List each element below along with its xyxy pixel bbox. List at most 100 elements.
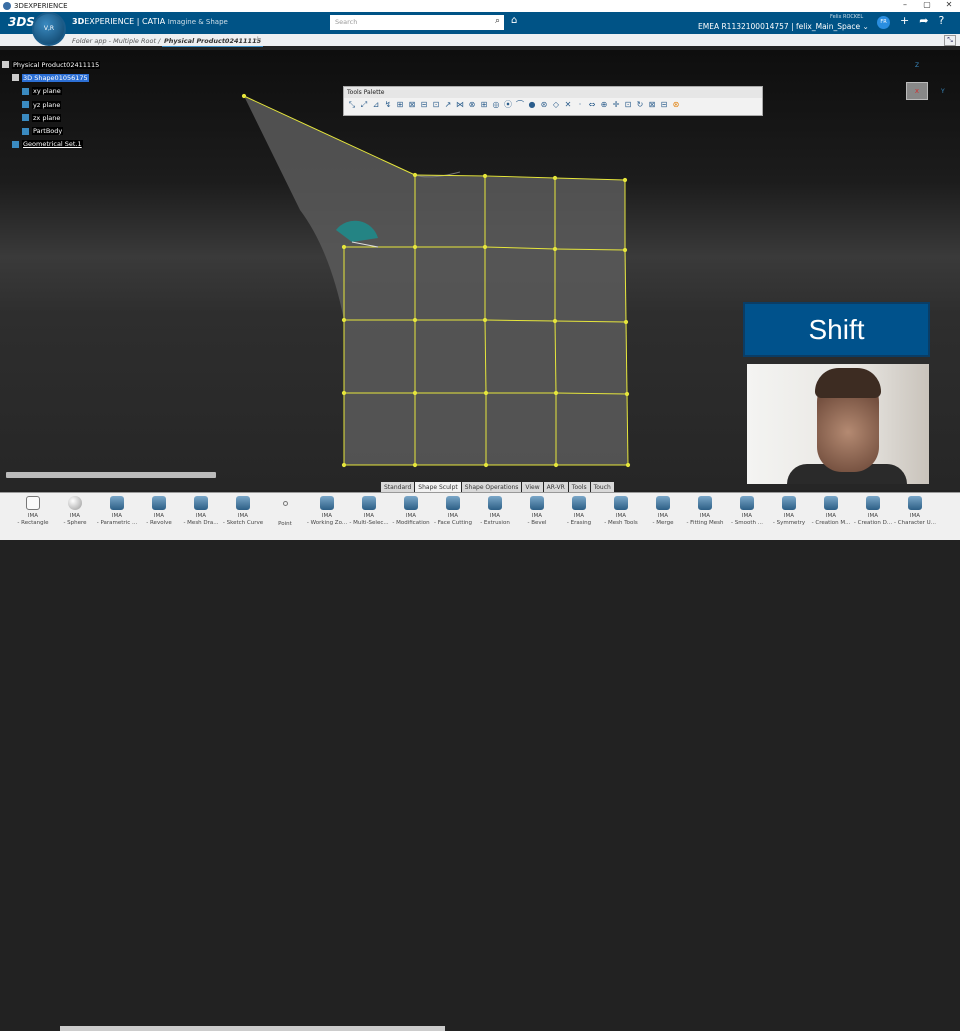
palette-tool-icon[interactable]: ⊕ — [599, 100, 609, 110]
compass[interactable]: V,R — [32, 12, 66, 46]
surface[interactable] — [244, 96, 628, 465]
search-input[interactable]: Search ⌕ — [330, 15, 504, 30]
tree-item[interactable]: zx plane — [2, 111, 100, 124]
mesh-vertex[interactable] — [552, 246, 558, 252]
ribbon-command[interactable]: IMA - Creation D... — [852, 496, 894, 528]
avatar[interactable]: FR — [877, 16, 890, 29]
ds-logo-icon[interactable]: 3DS — [8, 15, 35, 29]
help-icon[interactable]: ? — [938, 14, 944, 27]
share-icon[interactable]: ➦ — [919, 14, 928, 27]
mesh-vertex[interactable] — [341, 244, 347, 250]
palette-tool-icon[interactable]: ⋈ — [455, 100, 465, 110]
palette-tool-icon[interactable]: ⊠ — [407, 100, 417, 110]
ribbon-command[interactable]: IMA - Merge — [642, 496, 684, 528]
mesh-vertex[interactable] — [482, 173, 488, 179]
palette-tool-icon[interactable]: ⊟ — [659, 100, 669, 110]
palette-tool-icon[interactable]: ↯ — [383, 100, 393, 110]
palette-tool-icon[interactable]: ◇ — [551, 100, 561, 110]
ribbon-command[interactable]: IMA - Symmetry — [768, 496, 810, 528]
palette-tool-icon[interactable]: · — [575, 100, 585, 110]
ribbon-command[interactable]: IMA - Creation M... — [810, 496, 852, 528]
palette-tool-icon[interactable]: ● — [527, 100, 537, 110]
maximize-button[interactable]: ▢ — [916, 0, 938, 9]
ribbon-command[interactable]: IMA - Rectangle — [12, 496, 54, 528]
ribbon-command[interactable]: IMA - Mesh Dra... — [180, 496, 222, 528]
palette-tool-icon[interactable]: ⊛ — [539, 100, 549, 110]
palette-tool-icon[interactable]: ⤢ — [359, 100, 369, 110]
palette-tool-icon[interactable]: ⊿ — [371, 100, 381, 110]
ribbon-command[interactable]: IMA - Fitting Mesh — [684, 496, 726, 528]
palette-tool-icon[interactable]: ↗ — [443, 100, 453, 110]
ribbon-command[interactable]: IMA - Erasing — [558, 496, 600, 528]
tree-item[interactable]: yz plane — [2, 98, 100, 111]
tag-icon[interactable]: ⌂ — [511, 15, 517, 26]
mesh-vertex[interactable] — [412, 317, 418, 323]
ribbon-command[interactable]: IMA - Extrusion — [474, 496, 516, 528]
ribbon-command[interactable]: IMA - Revolve — [138, 496, 180, 528]
mesh-vertex[interactable] — [622, 177, 628, 183]
mesh-vertex[interactable] — [553, 390, 559, 396]
mesh-vertex[interactable] — [412, 172, 418, 178]
ribbon-command[interactable]: IMA - Smooth ... — [726, 496, 768, 528]
palette-tool-icon[interactable]: ⊡ — [431, 100, 441, 110]
tab-physical-product[interactable]: Physical Product02411115 — [162, 36, 264, 47]
ribbon-command[interactable]: IMA - Parametric ... — [96, 496, 138, 528]
mesh-vertex[interactable] — [482, 244, 488, 250]
fullscreen-icon[interactable]: ⤡ — [944, 35, 956, 46]
ribbon-command[interactable]: IMA - Sketch Curve — [222, 496, 264, 528]
mesh-vertex[interactable] — [552, 318, 558, 324]
tree-scrollbar[interactable] — [6, 472, 216, 478]
ribbon-command[interactable]: Point — [264, 496, 306, 528]
breadcrumb[interactable]: Folder app - Multiple Root / — [72, 37, 160, 45]
tree-item[interactable]: 3D Shape01056175 — [2, 71, 100, 84]
mesh-vertex[interactable] — [625, 462, 631, 468]
search-icon[interactable]: ⌕ — [495, 16, 500, 26]
palette-tool-icon[interactable]: ✛ — [611, 100, 621, 110]
mesh-vertex[interactable] — [482, 317, 488, 323]
ribbon-command[interactable]: IMA - Face Cutting — [432, 496, 474, 528]
ribbon-command[interactable]: IMA - Bevel — [516, 496, 558, 528]
mesh-vertex[interactable] — [483, 462, 489, 468]
mesh-vertex[interactable] — [552, 175, 558, 181]
palette-tool-icon[interactable]: ⤡ — [347, 100, 357, 110]
palette-tool-icon[interactable]: ⦿ — [503, 100, 513, 110]
ribbon-scrollbar[interactable] — [60, 1026, 445, 1031]
ribbon-command[interactable]: IMA - Character U... — [894, 496, 936, 528]
palette-tool-icon[interactable]: ⊠ — [647, 100, 657, 110]
ribbon-command[interactable]: IMA - Working Zo... — [306, 496, 348, 528]
ribbon-command[interactable]: IMA - Sphere — [54, 496, 96, 528]
palette-tool-icon[interactable]: ⊗ — [467, 100, 477, 110]
palette-tool-icon[interactable]: ↻ — [635, 100, 645, 110]
palette-tool-icon[interactable]: ⊟ — [419, 100, 429, 110]
mesh-vertex[interactable] — [624, 391, 630, 397]
ribbon-command[interactable]: IMA - Mesh Tools — [600, 496, 642, 528]
palette-tool-icon[interactable]: ⇔ — [587, 100, 597, 110]
mesh-vertex[interactable] — [623, 319, 629, 325]
mesh-vertex[interactable] — [483, 390, 489, 396]
tree-item[interactable]: xy plane — [2, 85, 100, 98]
palette-tool-icon[interactable]: ⊞ — [479, 100, 489, 110]
tree-item[interactable]: Physical Product02411115 — [2, 58, 101, 71]
add-icon[interactable]: + — [900, 14, 909, 27]
mesh-vertex[interactable] — [412, 244, 418, 250]
mesh-vertex[interactable] — [412, 462, 418, 468]
mesh-vertex[interactable] — [553, 462, 559, 468]
palette-tool-icon[interactable]: ◎ — [491, 100, 501, 110]
palette-tool-icon[interactable]: ⌒ — [515, 100, 525, 110]
close-button[interactable]: ✕ — [938, 0, 960, 9]
palette-tool-icon[interactable]: ⊡ — [623, 100, 633, 110]
mesh-vertex[interactable] — [341, 390, 347, 396]
tree-item[interactable]: Geometrical Set.1 — [2, 138, 100, 151]
mesh-vertex[interactable] — [412, 390, 418, 396]
palette-tool-icon[interactable]: ✕ — [563, 100, 573, 110]
new-tab-icon[interactable]: + — [254, 35, 262, 45]
axis-compass[interactable]: Z x Y — [896, 60, 946, 110]
axis-cube-icon[interactable]: x — [906, 82, 928, 100]
mesh-vertex[interactable] — [622, 247, 628, 253]
collab-space-selector[interactable]: EMEA R1132100014757 | felix_Main_Space ⌄ — [698, 22, 869, 31]
mesh-vertex[interactable] — [241, 93, 247, 99]
tree-item[interactable]: PartBody — [2, 124, 100, 137]
minimize-button[interactable]: – — [894, 0, 916, 9]
palette-tool-icon[interactable]: ⊛ — [671, 100, 681, 110]
mesh-vertex[interactable] — [341, 462, 347, 468]
